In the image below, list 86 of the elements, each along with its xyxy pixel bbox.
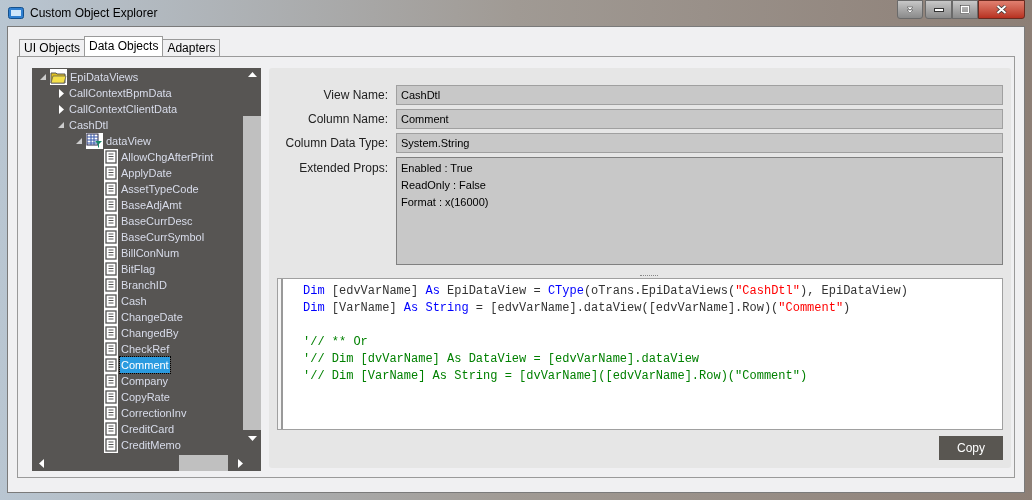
tab[interactable]: Adapters <box>162 39 221 56</box>
column-icon <box>104 197 118 213</box>
scrollbar-thumb[interactable] <box>243 116 261 430</box>
tree-item[interactable]: ApplyDate <box>120 164 173 182</box>
column-icon <box>104 245 118 261</box>
tree-item[interactable]: BranchID <box>120 276 168 294</box>
tree-item[interactable]: ChangedBy <box>120 324 180 342</box>
close-button[interactable] <box>978 0 1025 19</box>
minimize-icon <box>933 7 944 12</box>
code-line: Dim [VarName] As String = [edvVarName].dataView([edvVarName].Row)("Comment") <box>303 300 851 317</box>
column-icon <box>104 389 118 405</box>
tree-item[interactable]: CorrectionInv <box>120 404 188 422</box>
tree-item[interactable]: CheckRef <box>120 340 171 358</box>
column-icon <box>104 309 118 325</box>
scrollbar-thumb[interactable] <box>179 455 228 471</box>
column-icon <box>104 437 118 453</box>
code-line: '// ** Or <box>303 334 368 351</box>
tree-item[interactable]: BaseAdjAmt <box>120 196 183 214</box>
property-line: Format : x(16000) <box>401 195 490 210</box>
table-filter-icon <box>86 133 103 149</box>
field-label: View Name: <box>322 87 389 104</box>
tree-item[interactable]: CreditCard <box>120 420 176 438</box>
collapse-icon[interactable] <box>58 122 64 128</box>
property-line: Enabled : True <box>401 161 474 176</box>
code-line: '// Dim [dvVarName] As DataView = [edvVarName].dataView <box>303 351 700 368</box>
property-line: ReadOnly : False <box>401 178 487 193</box>
readonly-field[interactable]: Comment <box>396 109 1003 129</box>
tree-item[interactable]: dataView <box>105 132 153 150</box>
column-icon <box>104 261 118 277</box>
column-icon <box>104 405 118 421</box>
tab[interactable]: Data Objects <box>84 36 164 56</box>
code-line: '// Dim [VarName] As String = [dvVarName]([edvVarName].Row)("Comment") <box>303 368 808 385</box>
collapse-icon[interactable] <box>76 138 82 144</box>
column-icon <box>104 229 118 245</box>
maximize-button[interactable] <box>952 0 978 19</box>
expand-icon[interactable] <box>58 88 64 98</box>
column-icon <box>104 277 118 293</box>
scroll-left-icon[interactable] <box>39 458 44 468</box>
tree-item[interactable]: Comment <box>120 356 170 374</box>
maximize-icon <box>960 5 970 14</box>
tree-item[interactable]: EpiDataViews <box>69 68 140 86</box>
window-title: Custom Object Explorer <box>30 5 158 22</box>
scroll-right-icon[interactable] <box>238 458 243 468</box>
tree-item[interactable]: CallContextClientData <box>68 100 179 118</box>
column-icon <box>104 357 118 373</box>
field-label: Extended Props: <box>298 160 389 177</box>
column-icon <box>104 149 118 165</box>
scroll-down-icon[interactable] <box>247 436 257 441</box>
collapse-icon[interactable] <box>40 74 46 80</box>
column-icon <box>104 341 118 357</box>
tree-item[interactable]: BaseCurrSymbol <box>120 228 206 246</box>
chevron-icon <box>906 5 914 14</box>
column-icon <box>104 293 118 309</box>
column-icon <box>104 213 118 229</box>
expand-icon[interactable] <box>58 104 64 114</box>
tree-item[interactable]: CashDtl <box>68 116 110 134</box>
copy-button[interactable]: Copy <box>939 436 1003 460</box>
tree-item[interactable]: CreditMemo <box>120 436 182 454</box>
tab[interactable]: UI Objects <box>19 39 85 56</box>
tree-item[interactable]: BillConNum <box>120 244 181 262</box>
close-icon <box>996 5 1007 14</box>
tree-item[interactable]: BaseCurrDesc <box>120 212 194 230</box>
field-label: Column Name: <box>306 111 389 128</box>
tree-item[interactable]: AssetTypeCode <box>120 180 200 198</box>
window-icon <box>8 7 24 19</box>
scroll-up-icon[interactable] <box>247 72 257 77</box>
extended-props-box[interactable]: Enabled : True ReadOnly : False Format : x(16000) <box>396 157 1003 265</box>
column-icon <box>104 165 118 181</box>
tree-item[interactable]: ChangeDate <box>120 308 184 326</box>
field-label: Column Data Type: <box>284 135 389 152</box>
column-icon <box>104 181 118 197</box>
code-line: Dim [edvVarName] As EpiDataView = CType(oTrans.EpiDataViews("CashDtl"), EpiDataView) <box>303 283 908 300</box>
tree-item[interactable]: AllowChgAfterPrint <box>120 148 215 166</box>
minimize-button[interactable] <box>925 0 952 19</box>
tree-item[interactable]: Company <box>120 372 170 390</box>
column-icon <box>104 373 118 389</box>
tree-item[interactable]: BitFlag <box>120 260 157 278</box>
column-icon <box>104 421 118 437</box>
dropdown-button[interactable] <box>897 0 923 19</box>
tree-item[interactable]: Cash <box>120 292 148 310</box>
tree-item[interactable]: CopyRate <box>120 388 171 406</box>
column-icon <box>104 325 118 341</box>
readonly-field[interactable]: System.String <box>396 133 1003 153</box>
readonly-field[interactable]: CashDtl <box>396 85 1003 105</box>
tree-item[interactable]: CallContextBpmData <box>68 84 173 102</box>
splitter-grip[interactable] <box>640 275 658 278</box>
